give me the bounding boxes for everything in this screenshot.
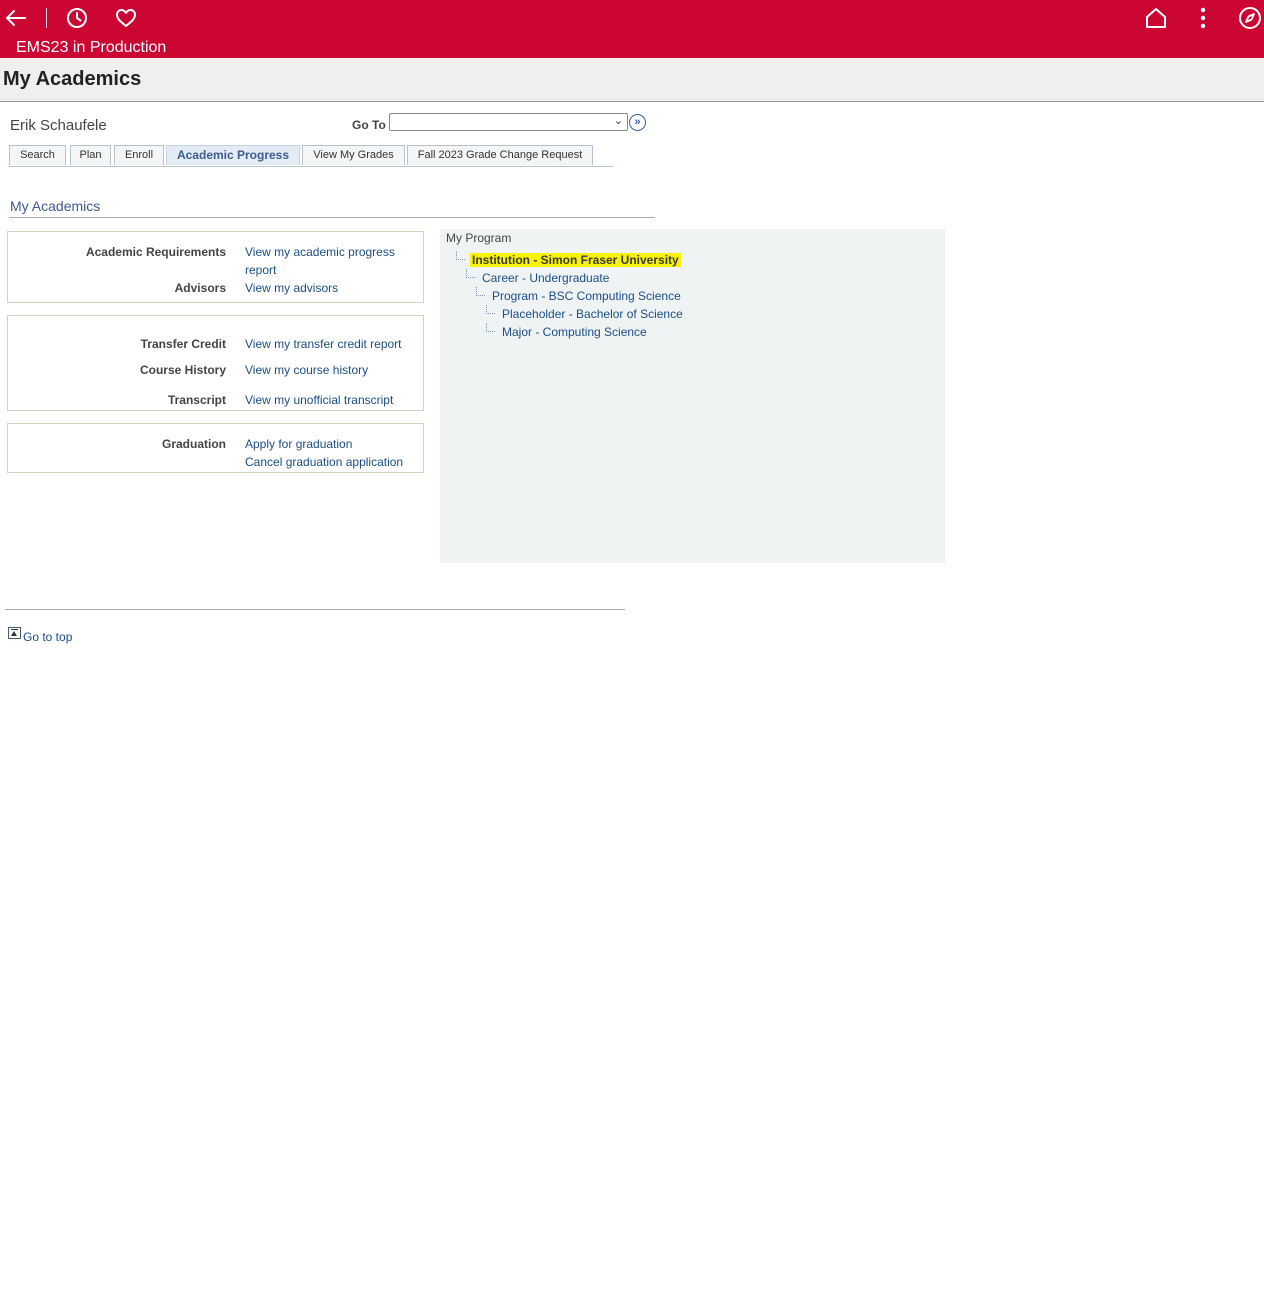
tab-bar: Search Plan Enroll Academic Progress Vie… <box>9 145 613 167</box>
advisors-label: Advisors <box>174 281 226 295</box>
transfer-credit-label: Transfer Credit <box>140 337 226 351</box>
goto-submit-button[interactable]: » <box>629 114 646 131</box>
go-to-top-icon[interactable] <box>8 627 21 639</box>
back-arrow-icon[interactable] <box>3 5 29 31</box>
transcript-link[interactable]: View my unofficial transcript <box>245 393 393 407</box>
footer-divider <box>5 609 625 610</box>
navbar-compass-icon[interactable] <box>1237 5 1263 31</box>
tree-connector <box>456 251 465 260</box>
tab-view-my-grades[interactable]: View My Grades <box>302 145 405 165</box>
cancel-graduation-link[interactable]: Cancel graduation application <box>245 455 403 469</box>
apply-graduation-link[interactable]: Apply for graduation <box>245 437 352 451</box>
section-divider <box>9 217 655 218</box>
history-clock-icon[interactable] <box>64 5 90 31</box>
page-header: My Academics <box>0 58 1264 102</box>
tree-connector <box>466 269 475 278</box>
graduation-box: Graduation Apply for graduation Cancel g… <box>7 423 424 473</box>
top-banner: EMS23 in Production <box>0 0 1264 58</box>
tree-placeholder[interactable]: Placeholder - Bachelor of Science <box>502 307 683 321</box>
tree-connector <box>486 305 495 314</box>
chevron-down-icon: ⌄ <box>613 115 623 127</box>
advisors-link[interactable]: View my advisors <box>245 281 338 295</box>
more-actions-icon[interactable] <box>1190 5 1216 31</box>
academic-progress-link[interactable]: View my academic progress <box>245 245 395 259</box>
tab-plan[interactable]: Plan <box>70 145 111 165</box>
academic-progress-link-cont[interactable]: report <box>245 263 276 277</box>
tree-connector <box>476 287 485 296</box>
goto-select[interactable]: ⌄ <box>389 113 628 131</box>
academic-requirements-label: Academic Requirements <box>85 245 226 259</box>
favorites-heart-icon[interactable] <box>113 5 139 31</box>
tree-program[interactable]: Program - BSC Computing Science <box>492 289 681 303</box>
my-program-panel: My Program Institution - Simon Fraser Un… <box>440 229 945 563</box>
student-name: Erik Schaufele <box>10 117 107 134</box>
course-history-label: Course History <box>139 363 226 377</box>
transfer-credit-link[interactable]: View my transfer credit report <box>245 337 402 351</box>
section-title: My Academics <box>10 198 101 214</box>
tab-grade-change-request[interactable]: Fall 2023 Grade Change Request <box>407 145 593 165</box>
records-box: Transfer Credit View my transfer credit … <box>7 315 424 411</box>
my-program-title: My Program <box>446 231 512 245</box>
tab-academic-progress[interactable]: Academic Progress <box>166 145 300 165</box>
go-to-top-link[interactable]: Go to top <box>23 630 72 644</box>
tree-career[interactable]: Career - Undergraduate <box>482 271 609 285</box>
page-title: My Academics <box>3 68 142 90</box>
course-history-link[interactable]: View my course history <box>245 363 368 377</box>
app-title: EMS23 in Production <box>16 39 167 56</box>
home-icon[interactable] <box>1143 5 1169 31</box>
transcript-label: Transcript <box>167 393 226 407</box>
tab-enroll[interactable]: Enroll <box>114 145 164 165</box>
toolbar-divider <box>46 8 47 28</box>
tree-connector <box>486 323 495 332</box>
tab-search[interactable]: Search <box>9 145 66 165</box>
tree-institution[interactable]: Institution - Simon Fraser University <box>470 253 681 267</box>
requirements-box: Academic Requirements View my academic p… <box>7 231 424 303</box>
goto-label: Go To <box>352 118 386 132</box>
tree-major[interactable]: Major - Computing Science <box>502 325 647 339</box>
graduation-label: Graduation <box>161 437 226 451</box>
